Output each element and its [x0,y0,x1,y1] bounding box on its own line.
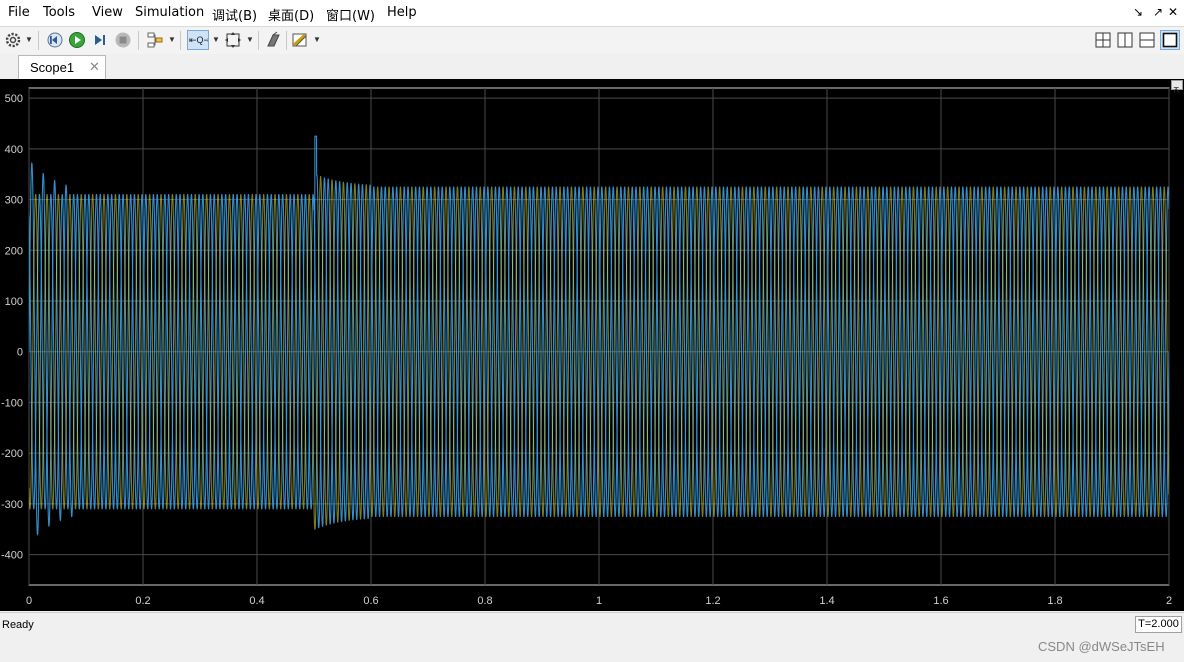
toolbar: ▼ ▼ ⇤Q⇥ ▼ ▼ ▼ [0,26,1184,55]
x-tick-label: 1.8 [1047,595,1062,607]
layout-single-icon[interactable] [1160,30,1180,50]
measurements-icon[interactable] [291,31,309,49]
x-tick-label: 0.2 [135,595,150,607]
status-text: Ready [2,619,34,631]
x-tick-label: 1.6 [933,595,948,607]
scope-display[interactable]: 0 0.2 0.4 0.6 0.8 1 1.2 1.4 1.6 1.8 2 500 400 300 200… [0,79,1184,611]
watermark: CSDN @dWSeJTsEH [1038,639,1165,654]
close-window-icon[interactable]: ✕ [1168,5,1178,19]
x-tick-label: 1.4 [819,595,834,607]
y-tick-label: -100 [1,397,23,409]
y-tick-label: -200 [1,448,23,460]
x-tick-label: 2 [1166,595,1172,607]
menu-debug[interactable]: 调试(B) [212,5,257,24]
x-tick-label: 0.8 [477,595,492,607]
menu-desktop[interactable]: 桌面(D) [268,5,314,24]
layout-columns-icon[interactable] [1116,31,1134,49]
fit-to-view-icon[interactable] [224,31,242,49]
menu-simulation[interactable]: Simulation [135,5,204,20]
toolbar-separator [258,31,259,50]
y-tick-label: 200 [5,245,23,257]
y-tick-label: 500 [5,93,23,105]
layout-rows-icon[interactable] [1138,31,1156,49]
menu-help[interactable]: Help [387,5,417,20]
run-icon[interactable] [68,31,86,49]
status-bar: Ready T=2.000 CSDN @dWSeJTsEH [0,612,1184,662]
stop-icon[interactable] [114,31,132,49]
y-tick-label: -300 [1,499,23,511]
menu-window[interactable]: 窗口(W) [326,5,375,24]
menu-tools[interactable]: Tools [43,5,75,20]
scope-plot[interactable]: 0 0.2 0.4 0.6 0.8 1 1.2 1.4 1.6 1.8 2 500 400 300 200… [0,79,1184,611]
y-tick-label: 0 [17,347,23,359]
zoom-dropdown-icon[interactable]: ▼ [212,34,220,46]
signal-select-icon[interactable] [146,31,164,49]
expand-icon[interactable] [1171,80,1183,93]
x-tick-label: 1 [596,595,602,607]
svg-text:⇤Q⇥: ⇤Q⇥ [189,35,208,45]
undock-icon[interactable]: ↗ [1153,5,1163,19]
fit-dropdown-icon[interactable]: ▼ [246,34,254,46]
step-back-icon[interactable] [46,31,64,49]
tab-close-icon[interactable]: ✕ [89,59,100,75]
signal-select-dropdown-icon[interactable]: ▼ [168,34,176,46]
measurements-dropdown-icon[interactable]: ▼ [313,34,321,46]
x-tick-label: 0.4 [249,595,264,607]
x-tick-label: 1.2 [705,595,720,607]
layout-grid-icon[interactable] [1094,31,1112,49]
y-tick-label: 400 [5,144,23,156]
gear-dropdown-icon[interactable]: ▼ [25,34,33,46]
gear-icon[interactable] [4,31,22,49]
highlight-block-icon[interactable] [265,31,283,49]
x-tick-label: 0 [26,595,32,607]
step-forward-icon[interactable] [91,31,109,49]
zoom-icon[interactable]: ⇤Q⇥ [187,30,209,50]
toolbar-separator [286,31,287,50]
document-tab-strip: Scope1 ✕ [0,54,1184,80]
toolbar-separator [138,31,139,50]
toolbar-separator [180,31,181,50]
menu-bar: File Tools View Simulation 调试(B) 桌面(D) 窗… [0,0,1184,26]
y-tick-label: -400 [1,550,23,562]
dock-icon[interactable]: ↘ [1133,5,1143,19]
menu-view[interactable]: View [92,5,123,20]
y-tick-label: 300 [5,195,23,207]
y-tick-label: 100 [5,296,23,308]
tab-scope1[interactable]: Scope1 ✕ [18,55,106,79]
x-tick-label: 0.6 [363,595,378,607]
tab-label: Scope1 [30,60,75,75]
simulation-time: T=2.000 [1135,616,1182,633]
menu-file[interactable]: File [8,5,30,20]
toolbar-separator [38,31,39,50]
